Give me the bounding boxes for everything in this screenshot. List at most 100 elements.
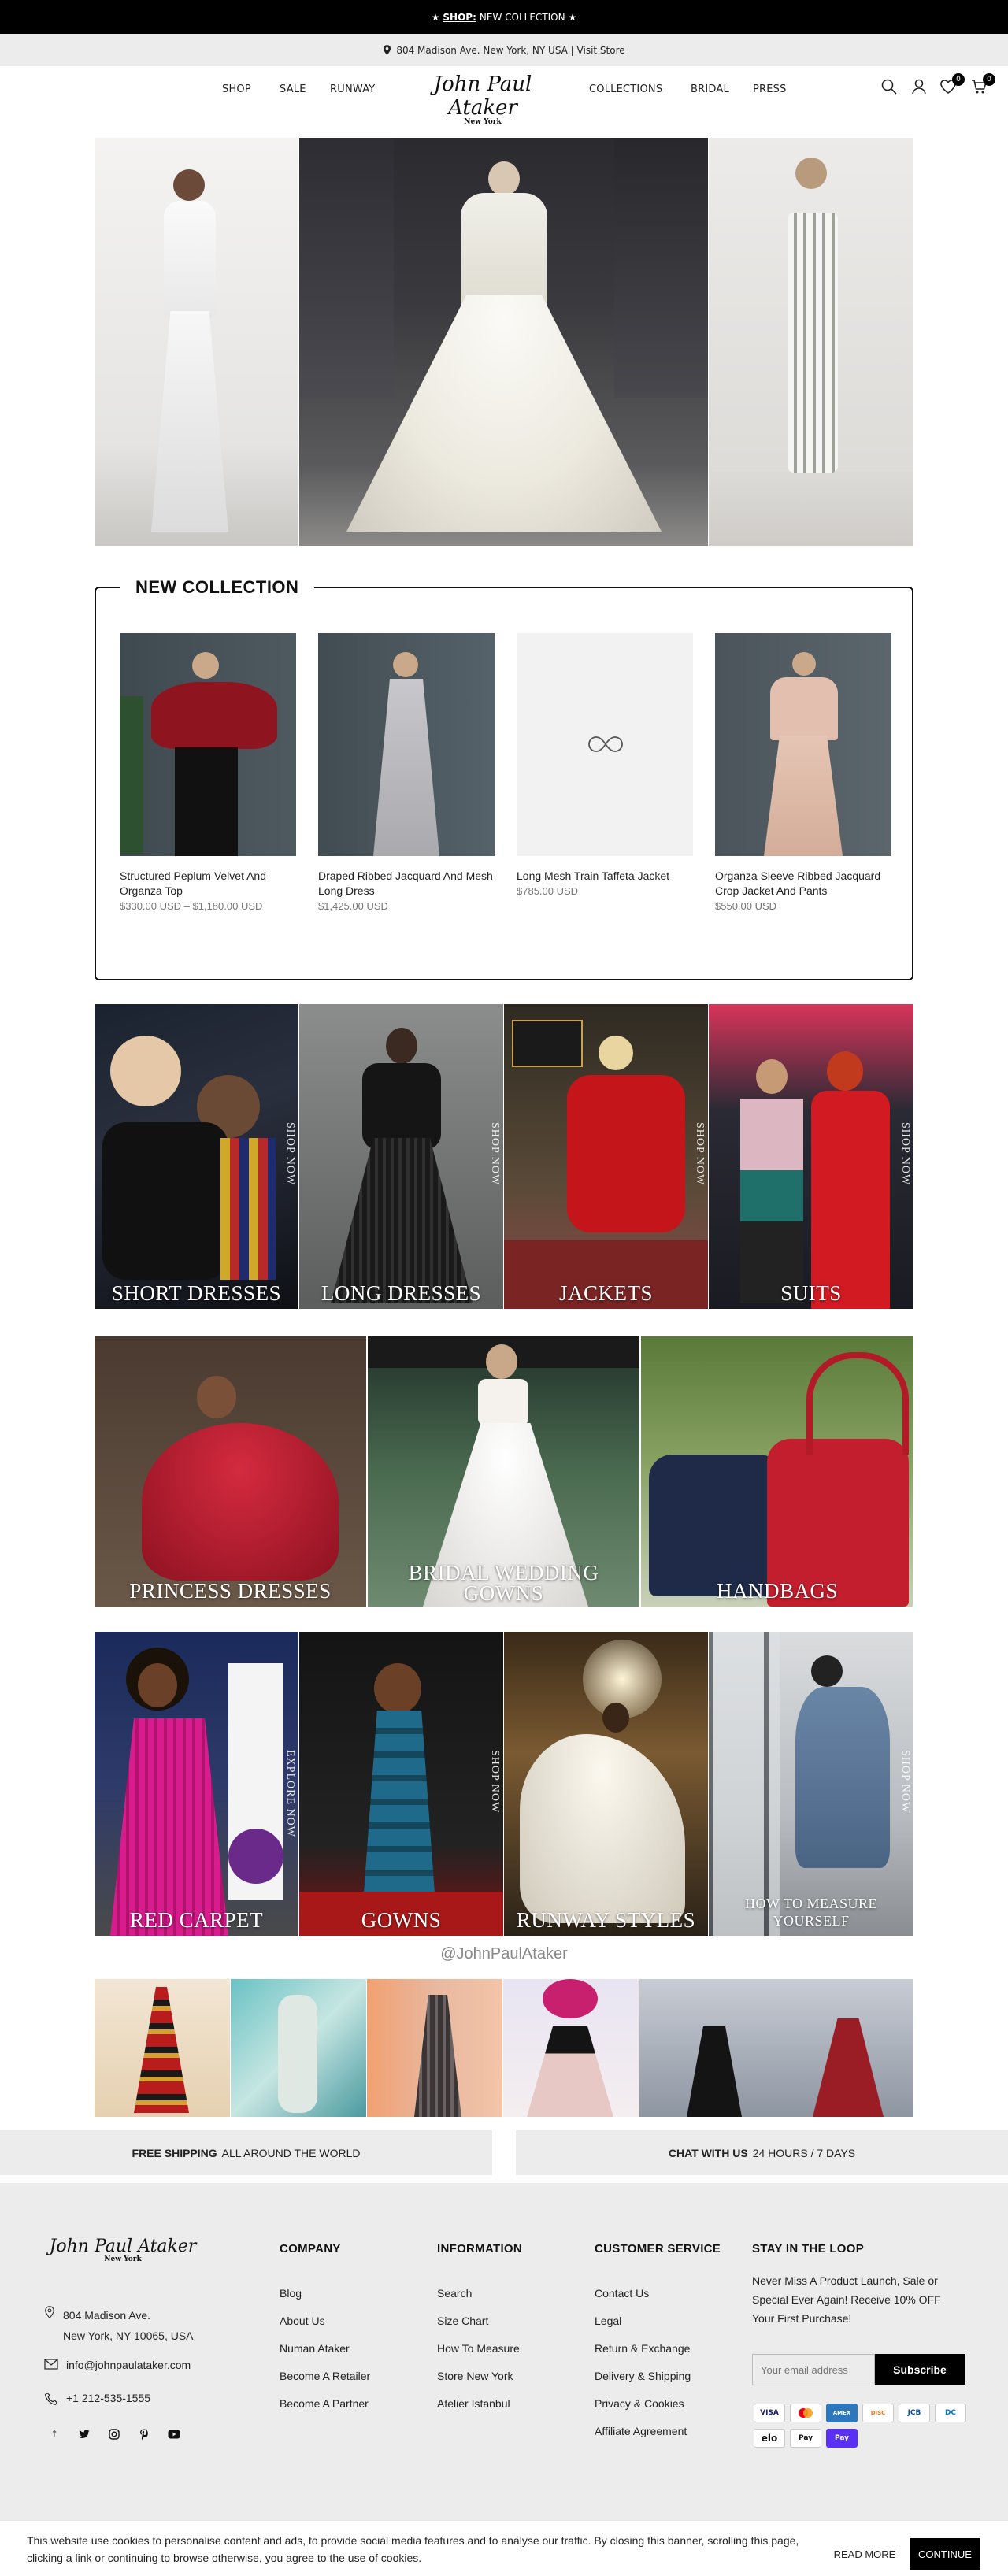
account-icon[interactable] (910, 78, 931, 98)
footer-logo[interactable]: John Paul Ataker New York (44, 2237, 202, 2263)
category-label: SUITS (780, 1281, 842, 1305)
footer-link-search[interactable]: Search (437, 2287, 472, 2300)
instagram-post[interactable] (639, 1979, 914, 2117)
pinterest-icon[interactable] (137, 2427, 151, 2441)
product-card[interactable]: Draped Ribbed Jacquard And Mesh Long Dre… (318, 633, 495, 912)
product-card[interactable]: Organza Sleeve Ribbed Jacquard Crop Jack… (715, 633, 891, 912)
category-label: HOW TO MEASURE YOURSELF (744, 1896, 877, 1929)
category-tile-handbags[interactable]: HANDBAGS (641, 1336, 914, 1607)
store-address-text: 804 Madison Ave. New York, NY USA | Visi… (396, 44, 625, 56)
cart-count-badge: 0 (983, 73, 995, 86)
instagram-post[interactable] (94, 1979, 230, 2117)
newsletter-email-input[interactable] (752, 2354, 875, 2385)
subscribe-button[interactable]: Subscribe (875, 2354, 965, 2385)
wishlist-count-badge: 0 (952, 73, 965, 86)
continue-button[interactable]: CONTINUE (910, 2538, 980, 2570)
footer-link-blog[interactable]: Blog (280, 2287, 302, 2300)
free-shipping-text: ALL AROUND THE WORLD (221, 2146, 361, 2159)
new-collection-title: NEW COLLECTION (120, 577, 315, 598)
cart-icon[interactable]: 0 (970, 73, 995, 98)
product-card[interactable]: Structured Peplum Velvet And Organza Top… (120, 633, 296, 912)
read-more-button[interactable]: READ MORE (828, 2540, 901, 2568)
category-tile-red-carpet[interactable]: RED CARPET EXPLORE NOW (94, 1632, 298, 1936)
category-tile-short-dresses[interactable]: SHORT DRESSES SHOP NOW (94, 1004, 298, 1309)
footer-link-return-exchange[interactable]: Return & Exchange (595, 2342, 690, 2355)
footer-link-become-retailer[interactable]: Become A Retailer (280, 2370, 370, 2382)
footer-link-how-to-measure[interactable]: How To Measure (437, 2342, 520, 2355)
category-tile-suits[interactable]: SUITS SHOP NOW (709, 1004, 914, 1309)
mail-icon (44, 2359, 58, 2370)
category-tile-princess-dresses[interactable]: PRINCESS DRESSES (94, 1336, 366, 1607)
product-name[interactable]: Draped Ribbed Jacquard And Mesh Long Dre… (318, 869, 495, 899)
footer-link-numan-ataker[interactable]: Numan Ataker (280, 2342, 350, 2355)
instagram-post[interactable] (503, 1979, 639, 2117)
announcement-shop-link[interactable]: SHOP: (443, 12, 476, 23)
nav-runway[interactable]: RUNWAY (330, 83, 375, 95)
site-footer: John Paul Ataker New York 804 Madison Av… (0, 2183, 1008, 2520)
site-header: SHOP SALE RUNWAY John Paul Ataker New Yo… (0, 66, 1008, 126)
category-tile-how-to-measure-yourself[interactable]: HOW TO MEASURE YOURSELF SHOP NOW (709, 1632, 914, 1936)
logo-subtext: New York (464, 118, 502, 126)
footer-phone-text[interactable]: +1 212-535-1555 (66, 2392, 150, 2404)
footer-link-store-new-york[interactable]: Store New York (437, 2370, 513, 2382)
instagram-icon[interactable] (107, 2427, 121, 2441)
nav-sale[interactable]: SALE (280, 83, 306, 95)
cookie-text: This website use cookies to personalise … (27, 2534, 799, 2564)
footer-logo-text: John Paul Ataker (49, 2237, 197, 2256)
nav-collections[interactable]: COLLECTIONS (589, 83, 662, 95)
shop-now-label: EXPLORE NOW (284, 1750, 296, 1837)
instagram-handle[interactable]: @JohnPaulAtaker (0, 1945, 1008, 1963)
footer-link-legal[interactable]: Legal (595, 2315, 621, 2327)
footer-link-contact-us[interactable]: Contact Us (595, 2287, 649, 2300)
product-card[interactable]: Long Mesh Train Taffeta Jacket $785.00 U… (517, 633, 693, 897)
footer-link-about-us[interactable]: About Us (280, 2315, 325, 2327)
nav-bridal[interactable]: BRIDAL (691, 83, 729, 95)
footer-link-become-partner[interactable]: Become A Partner (280, 2397, 369, 2410)
category-label: BRIDAL WEDDING GOWNS (408, 1561, 599, 1605)
facebook-icon[interactable]: f (47, 2427, 61, 2441)
hero-image-left (94, 138, 298, 546)
category-tile-jackets[interactable]: JACKETS SHOP NOW (504, 1004, 708, 1309)
chat-band[interactable]: CHAT WITH US 24 HOURS / 7 DAYS (516, 2130, 1008, 2175)
youtube-icon[interactable] (167, 2427, 181, 2441)
nav-press[interactable]: PRESS (753, 83, 787, 95)
shop-now-label: SHOP NOW (489, 1122, 501, 1186)
instagram-post[interactable] (367, 1979, 502, 2117)
product-price: $785.00 USD (517, 885, 579, 897)
footer-link-atelier-istanbul[interactable]: Atelier Istanbul (437, 2397, 510, 2410)
category-tile-bridal-wedding-gowns[interactable]: BRIDAL WEDDING GOWNS (368, 1336, 639, 1607)
hero-banner[interactable] (94, 138, 914, 546)
shop-now-label: SHOP NOW (489, 1750, 501, 1814)
footer-link-delivery-shipping[interactable]: Delivery & Shipping (595, 2370, 691, 2382)
wishlist-icon[interactable]: 0 (939, 73, 965, 98)
instagram-post[interactable] (231, 1979, 366, 2117)
product-price: $330.00 USD – $1,180.00 USD (120, 900, 263, 912)
footer-link-size-chart[interactable]: Size Chart (437, 2315, 488, 2327)
product-image[interactable] (318, 633, 495, 856)
nav-shop[interactable]: SHOP (222, 83, 251, 95)
footer-phone[interactable]: +1 212-535-1555 (44, 2392, 150, 2406)
shop-now-label: SHOP NOW (284, 1122, 296, 1186)
hero-image-right (709, 138, 914, 546)
product-image[interactable] (715, 633, 891, 856)
store-address-bar[interactable]: 804 Madison Ave. New York, NY USA | Visi… (0, 34, 1008, 66)
footer-email[interactable]: info@johnpaulataker.com (44, 2359, 191, 2371)
site-logo[interactable]: John Paul Ataker New York (403, 72, 562, 126)
footer-link-affiliate-agreement[interactable]: Affiliate Agreement (595, 2425, 687, 2437)
map-pin-icon (384, 45, 391, 55)
category-tile-long-dresses[interactable]: LONG DRESSES SHOP NOW (299, 1004, 503, 1309)
shop-pay-label: Pay (834, 2434, 850, 2442)
product-name[interactable]: Structured Peplum Velvet And Organza Top (120, 869, 296, 899)
category-tile-gowns[interactable]: GOWNS SHOP NOW (299, 1632, 503, 1936)
category-tile-runway-styles[interactable]: RUNWAY STYLES (504, 1632, 708, 1936)
category-label: SHORT DRESSES (111, 1281, 282, 1305)
footer-link-privacy-cookies[interactable]: Privacy & Cookies (595, 2397, 684, 2410)
product-image-placeholder[interactable] (517, 633, 693, 856)
footer-email-text[interactable]: info@johnpaulataker.com (66, 2359, 191, 2371)
twitter-icon[interactable] (77, 2427, 91, 2441)
category-label: JACKETS (558, 1281, 653, 1305)
search-icon[interactable] (880, 78, 901, 98)
product-name[interactable]: Long Mesh Train Taffeta Jacket (517, 869, 693, 884)
product-image[interactable] (120, 633, 296, 856)
product-name[interactable]: Organza Sleeve Ribbed Jacquard Crop Jack… (715, 869, 891, 899)
